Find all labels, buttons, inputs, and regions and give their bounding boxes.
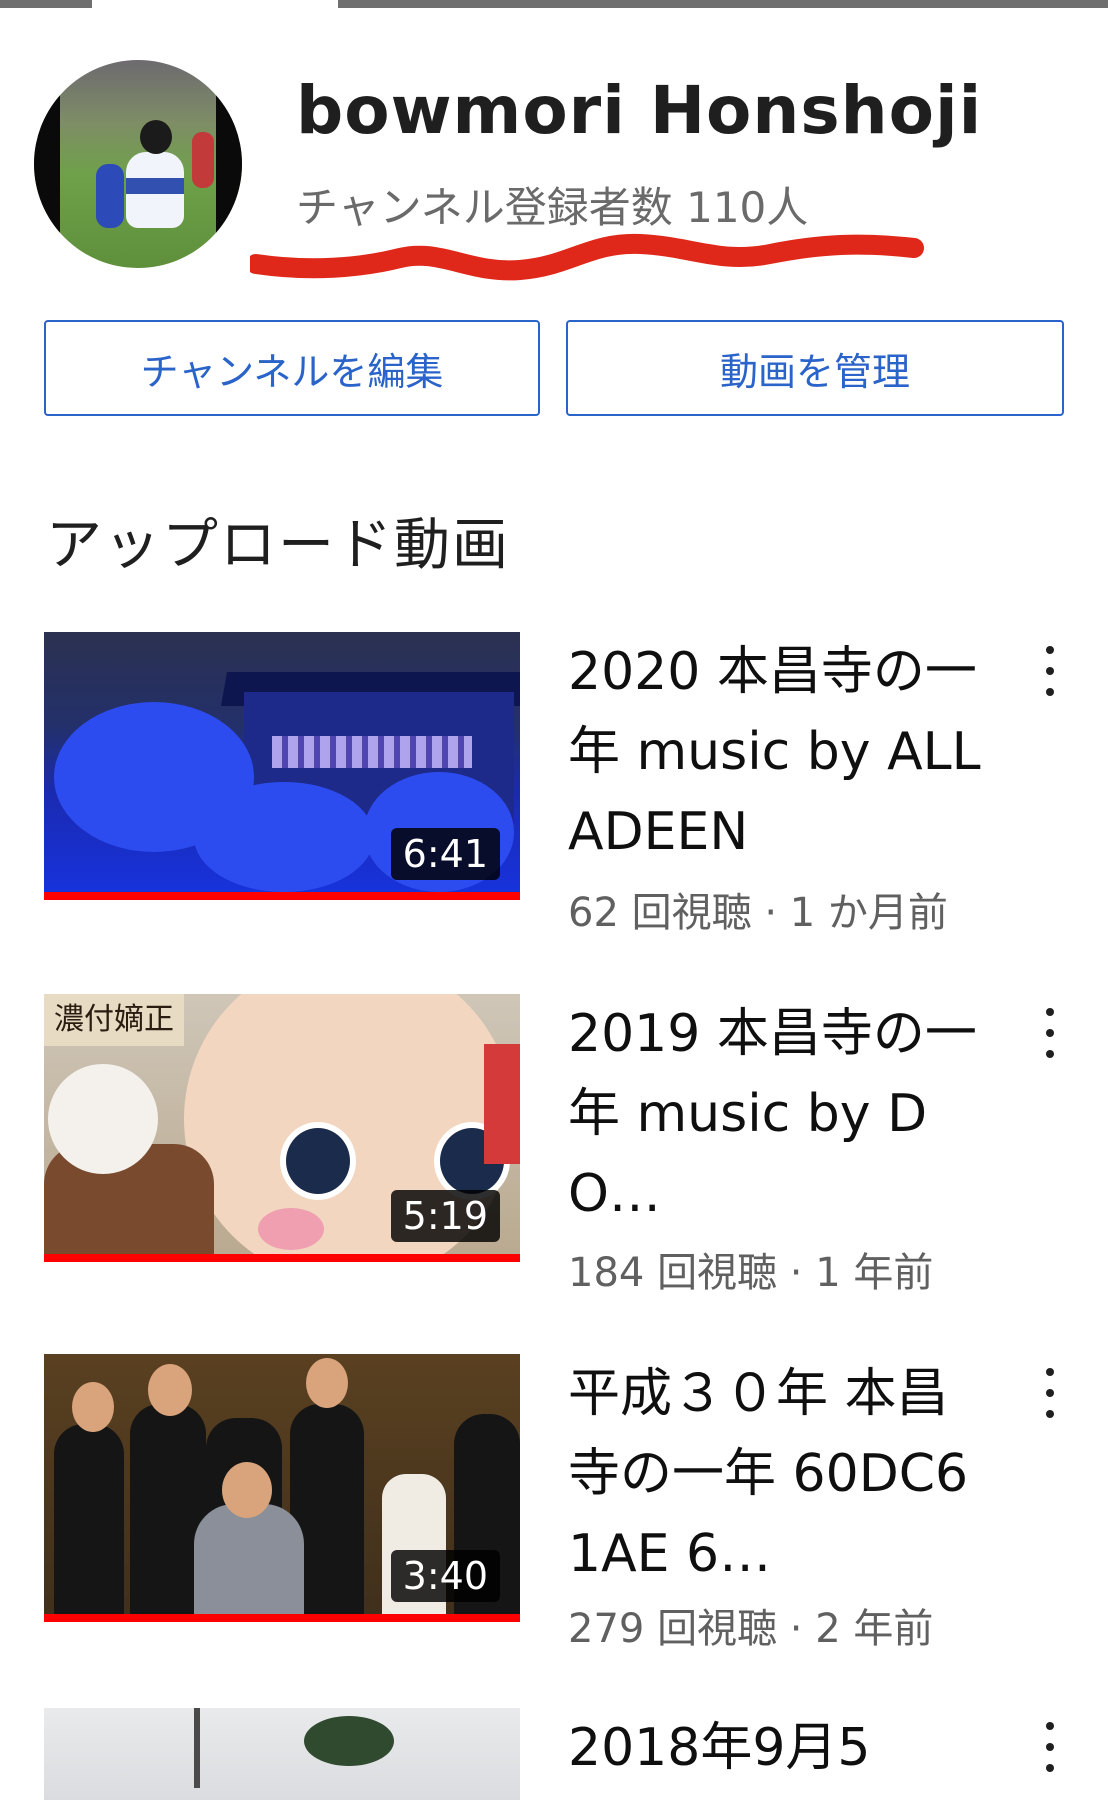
- section-title: アップロード動画: [46, 513, 510, 578]
- more-vert-icon[interactable]: [1032, 1722, 1068, 1772]
- video-duration: 5:19: [390, 1190, 500, 1242]
- video-title[interactable]: 2019 本昌寺の一年 music by DO…: [568, 994, 988, 1234]
- video-duration: 3:40: [390, 1550, 500, 1602]
- status-bar: [0, 0, 1108, 8]
- more-vert-icon[interactable]: [1032, 646, 1068, 696]
- avatar-figure-stripe: [126, 178, 184, 194]
- video-meta: 62 回視聴 · 1 か月前: [568, 890, 948, 936]
- avatar-border-right: [216, 60, 242, 268]
- channel-name: bowmori Honshoji: [296, 72, 983, 149]
- thumb-tree: [194, 782, 374, 892]
- thumb-pole: [194, 1708, 200, 1788]
- video-thumbnail[interactable]: 6:41: [44, 632, 520, 900]
- video-meta: 279 回視聴 · 2 年前: [568, 1606, 934, 1652]
- watch-progress-bar: [44, 1614, 520, 1622]
- more-vert-icon[interactable]: [1032, 1008, 1068, 1058]
- avatar-figure-blue: [96, 164, 124, 228]
- video-title[interactable]: 2018年9月5: [568, 1708, 988, 1788]
- thumb-person-head: [148, 1364, 192, 1416]
- watch-progress-bar: [44, 1254, 520, 1262]
- thumb-monk: [194, 1504, 304, 1614]
- avatar-border-left: [34, 60, 60, 268]
- video-thumbnail[interactable]: 濃付嫡正 5:19: [44, 994, 520, 1262]
- video-meta: 184 回視聴 · 1 年前: [568, 1250, 934, 1296]
- video-title[interactable]: 2020 本昌寺の一年 music by ALLADEEN: [568, 632, 988, 872]
- video-thumbnail[interactable]: [44, 1708, 520, 1800]
- thumb-windows: [272, 736, 472, 768]
- watch-progress-bar: [44, 892, 520, 900]
- thumb-palm: [304, 1716, 394, 1766]
- thumb-dog: [48, 1064, 158, 1174]
- thumb-person: [54, 1424, 124, 1614]
- video-item[interactable]: 2018年9月5: [0, 1708, 1108, 1800]
- thumb-mascot-cheek: [258, 1208, 324, 1250]
- subscriber-count: チャンネル登録者数 110人: [296, 183, 809, 232]
- video-item[interactable]: 3:40 平成３０年 本昌寺の一年 60DC61AE 6… 279 回視聴 · …: [0, 1354, 1108, 1652]
- edit-channel-button[interactable]: チャンネルを編集: [44, 320, 540, 416]
- avatar-figure-head: [140, 120, 172, 154]
- video-title[interactable]: 平成３０年 本昌寺の一年 60DC61AE 6…: [568, 1354, 988, 1594]
- thumb-mascot-eye: [280, 1122, 356, 1200]
- more-vert-icon[interactable]: [1032, 1368, 1068, 1418]
- channel-avatar[interactable]: [34, 60, 242, 268]
- thumb-banner: [484, 1044, 520, 1164]
- manage-videos-button[interactable]: 動画を管理: [566, 320, 1064, 416]
- thumb-person-head: [306, 1358, 348, 1408]
- video-item[interactable]: 6:41 2020 本昌寺の一年 music by ALLADEEN 62 回視…: [0, 632, 1108, 936]
- video-thumbnail[interactable]: 3:40: [44, 1354, 520, 1622]
- red-annotation-scribble: [250, 233, 924, 281]
- thumb-sign: 濃付嫡正: [44, 994, 184, 1046]
- video-item[interactable]: 濃付嫡正 5:19 2019 本昌寺の一年 music by DO… 184 回…: [0, 994, 1108, 1296]
- thumb-monk-head: [222, 1462, 272, 1518]
- status-bar-highlight: [92, 0, 338, 8]
- thumb-person-head: [72, 1382, 114, 1432]
- avatar-figure-red: [192, 132, 214, 188]
- video-duration: 6:41: [390, 828, 500, 880]
